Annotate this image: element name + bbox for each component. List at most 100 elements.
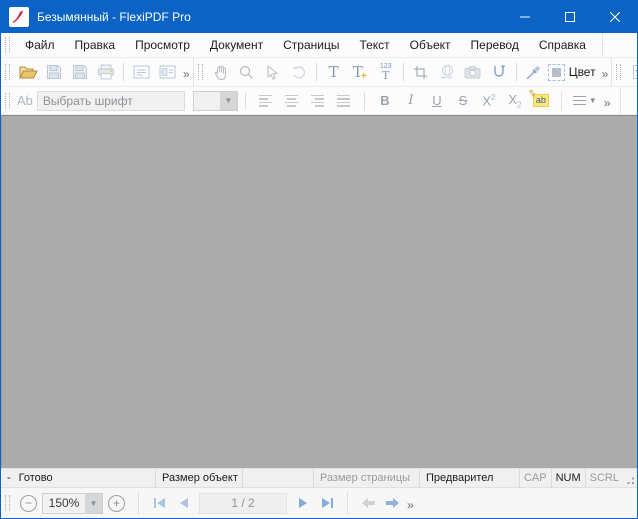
previous-page-button[interactable] (171, 491, 195, 515)
tools-band-grip[interactable] (197, 64, 203, 80)
undo-button[interactable] (287, 60, 311, 84)
menu-pages[interactable]: Страницы (273, 33, 349, 57)
zoom-level-value[interactable]: 150% (43, 493, 85, 513)
flexipdf-logo-icon (12, 10, 24, 23)
italic-icon: I (408, 93, 414, 108)
strikethrough-button[interactable]: S (451, 89, 475, 113)
save-as-icon (73, 65, 87, 79)
format-band: Ab Выбрать шрифт ▼ B I U S X2 X2 ✎ ab ▼ … (1, 87, 637, 114)
page-ops-band-grip[interactable] (616, 64, 622, 80)
superscript-button[interactable]: X2 (477, 89, 501, 113)
save-button[interactable] (42, 60, 66, 84)
minimize-button[interactable] (502, 1, 547, 33)
font-size-field[interactable] (193, 91, 220, 110)
menu-text[interactable]: Текст (349, 33, 399, 57)
zoom-tool-button[interactable] (235, 60, 259, 84)
menu-translate[interactable]: Перевод (461, 33, 529, 57)
menu-document[interactable]: Документ (200, 33, 273, 57)
resize-grip[interactable] (623, 469, 637, 487)
align-left-icon (259, 94, 273, 107)
status-page-size-cell: Размер страницы (314, 469, 420, 487)
page-refresh-button[interactable] (627, 60, 637, 84)
align-right-icon (311, 94, 325, 107)
crop-button[interactable] (409, 60, 433, 84)
align-justify-icon (337, 94, 351, 107)
menubar-grip[interactable] (5, 37, 10, 53)
format-band-overflow[interactable]: » (601, 92, 614, 110)
eyedropper-button[interactable] (522, 60, 546, 84)
zoom-in-button[interactable]: + (108, 494, 125, 512)
first-page-icon (153, 498, 165, 508)
font-name-input[interactable]: Выбрать шрифт (36, 90, 185, 111)
file-band-overflow[interactable]: » (180, 63, 193, 81)
add-text-button[interactable]: T + (348, 60, 372, 84)
menu-object[interactable]: Объект (400, 33, 461, 57)
status-ready-text: Готово (18, 472, 53, 484)
zoom-level-combo[interactable]: 150% ▼ (42, 492, 103, 514)
highlight-button[interactable]: ✎ ab (527, 88, 553, 113)
align-justify-button[interactable] (332, 89, 356, 113)
page-number-button[interactable]: 123 T (374, 60, 398, 84)
format-band-grip[interactable] (5, 92, 10, 109)
zoom-out-button[interactable]: − (20, 494, 37, 512)
italic-button[interactable]: I (399, 89, 423, 113)
color-button[interactable]: Цвет (547, 60, 598, 84)
page-preview-button[interactable] (155, 60, 179, 84)
close-button[interactable] (592, 1, 637, 33)
print-button[interactable] (94, 60, 118, 84)
main-toolbar: » T T + 123 T Цвет » (1, 58, 637, 87)
text-add-plus-icon: + (360, 70, 367, 82)
hand-icon (214, 64, 226, 80)
menu-file[interactable]: Файл (15, 33, 65, 57)
bottombar-overflow[interactable]: » (404, 494, 417, 512)
align-right-button[interactable] (306, 89, 330, 113)
line-spacing-button[interactable]: ▼ (570, 89, 600, 113)
zoom-level-dropdown[interactable]: ▼ (85, 493, 102, 513)
status-caps-indicator: CAP (520, 469, 552, 487)
bottombar-grip[interactable] (5, 495, 10, 511)
font-size-dropdown[interactable]: ▼ (219, 91, 237, 110)
open-button[interactable] (16, 60, 40, 84)
app-icon (9, 7, 29, 27)
strikethrough-icon: S (458, 93, 468, 108)
align-center-button[interactable] (280, 89, 304, 113)
maximize-icon (564, 12, 575, 22)
edit-text-button[interactable]: T (322, 60, 346, 84)
subscript-button[interactable]: X2 (503, 89, 527, 113)
menu-help[interactable]: Справка (529, 33, 596, 57)
zoom-icon (240, 65, 254, 79)
menu-view[interactable]: Просмотр (125, 33, 200, 57)
plus-icon: + (112, 495, 120, 510)
bold-button[interactable]: B (373, 89, 397, 113)
toolbar-separator (315, 63, 317, 81)
history-back-button[interactable] (356, 491, 380, 515)
document-canvas[interactable] (1, 115, 637, 468)
link-button[interactable] (435, 60, 459, 84)
single-page-view-button[interactable] (129, 60, 153, 84)
reflow-icon (493, 65, 506, 77)
status-object-size-cell: Размер объект (156, 469, 243, 487)
file-band-grip[interactable] (5, 64, 10, 80)
history-forward-button[interactable] (380, 491, 404, 515)
snapshot-button[interactable] (461, 60, 485, 84)
toolbar-separator (123, 63, 124, 81)
save-icon (47, 65, 61, 79)
underline-button[interactable]: U (425, 89, 449, 113)
title-bar[interactable]: Безымянный - FlexiPDF Pro (1, 1, 637, 33)
page-layout-icon (133, 65, 149, 79)
reflow-button[interactable] (487, 60, 511, 84)
save-as-button[interactable] (68, 60, 92, 84)
menu-edit[interactable]: Правка (65, 33, 126, 57)
maximize-button[interactable] (547, 1, 592, 33)
next-page-button[interactable] (291, 491, 315, 515)
bold-icon: B (380, 93, 390, 108)
status-scroll-indicator: SCRL (589, 472, 619, 484)
first-page-button[interactable] (147, 491, 171, 515)
page-indicator-field[interactable]: 1 / 2 (199, 492, 287, 514)
align-left-button[interactable] (254, 89, 278, 113)
hand-tool-button[interactable] (209, 60, 233, 84)
tools-band-overflow[interactable]: » (599, 63, 612, 81)
select-tool-button[interactable] (261, 60, 285, 84)
font-size-combo[interactable]: ▼ (192, 90, 238, 111)
last-page-button[interactable] (315, 491, 339, 515)
